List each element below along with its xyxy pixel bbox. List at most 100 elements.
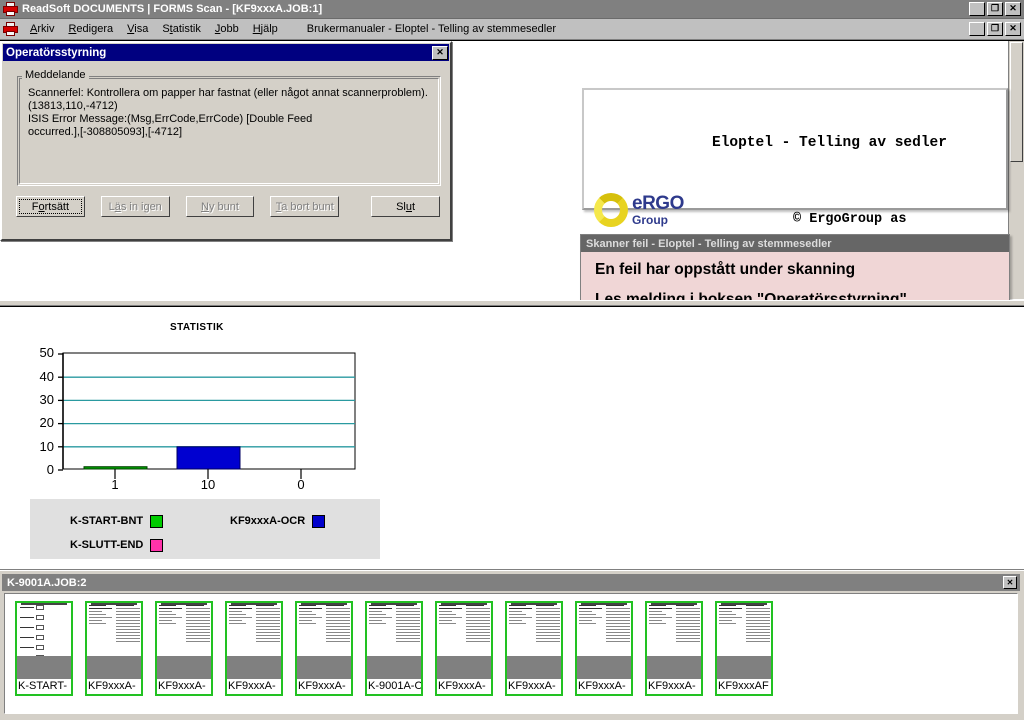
legend-item-2: K-SLUTT-END [70, 538, 230, 552]
scanner-error-title: Skanner feil - Eloptel - Telling av stem… [581, 235, 1009, 252]
mdi-minimize-button[interactable]: _ [969, 22, 985, 36]
mdi-window-controls: _ ❐ ✕ [969, 22, 1021, 36]
thumbnail-caption: KF9xxxA- [507, 679, 561, 694]
dialog-close-button[interactable]: ✕ [432, 45, 448, 60]
minimize-icon: _ [973, 24, 981, 37]
thumbnail-preview [577, 603, 631, 656]
ergo-ring-icon [594, 193, 628, 227]
thumbnail-item[interactable]: KF9xxxAF [715, 601, 773, 696]
thumbnail-item[interactable]: KF9xxxA- [295, 601, 353, 696]
thumbnail-list: K-START- KF9xxxA- KF9xxxA- KF9xxxA- KF9xxxA-… [15, 601, 773, 696]
window-controls: _ ❐ ✕ [969, 2, 1021, 16]
restore-icon: ❐ [990, 2, 1000, 13]
scanner-error-message: Scannerfel: Kontrollera om papper har fa… [28, 87, 428, 138]
legend-label-1: KF9xxxA-OCR [230, 515, 306, 527]
legend-label-2: K-SLUTT-END [70, 539, 144, 551]
ny-bunt-button: Ny bunt [185, 196, 255, 217]
thumbnail-item[interactable]: KF9xxxA- [645, 601, 703, 696]
thumbnail-item[interactable]: K-START- [15, 601, 73, 696]
statistics-pane: STATISTIK 50 40 30 20 10 0 1 10 0 K-STAR… [0, 306, 1024, 570]
legend-swatch-pink [150, 538, 164, 552]
batch-thumbnail-canvas: K-START- KF9xxxA- KF9xxxA- KF9xxxA- KF9xxxA-… [4, 593, 1018, 714]
thumbnail-item[interactable]: KF9xxxA- [155, 601, 213, 696]
svg-text:0: 0 [47, 462, 54, 477]
document-vertical-scrollbar[interactable] [1008, 41, 1024, 299]
message-groupbox-label: Meddelande [22, 69, 89, 81]
menu-jobb[interactable]: Jobb [208, 21, 246, 37]
thumbnail-caption: K-9001A-OCR [367, 679, 421, 694]
menubar-hint: Brukermanualer - Eloptel - Telling av st… [306, 23, 557, 35]
svg-text:40: 40 [40, 369, 54, 384]
ergo-info-panel: eRGO Group Eloptel - Telling av sedler ©… [582, 88, 1008, 366]
statistics-bar-chart: 50 40 30 20 10 0 1 10 0 [40, 345, 356, 492]
thumbnail-preview [437, 603, 491, 656]
svg-text:0: 0 [297, 477, 304, 492]
svg-text:1: 1 [111, 477, 118, 492]
thumbnail-caption: KF9xxxA- [297, 679, 351, 694]
app-title: ReadSoft DOCUMENTS | FORMS Scan - [KF9xx… [22, 3, 323, 15]
restore-icon: ❐ [990, 22, 1000, 33]
dialog-titlebar: Operatörsstyrning ✕ [3, 44, 449, 61]
thumbnail-preview [717, 603, 771, 656]
batch-close-button[interactable]: ✕ [1003, 576, 1017, 589]
fortsatt-button[interactable]: Fortsätt [16, 196, 85, 217]
thumbnail-item[interactable]: K-9001A-OCR [365, 601, 423, 696]
close-button[interactable]: ✕ [1005, 2, 1021, 16]
close-icon: ✕ [1009, 2, 1017, 13]
menu-hjalp[interactable]: Hjälp [246, 21, 285, 37]
thumbnail-caption: KF9xxxA- [157, 679, 211, 694]
thumbnail-caption: KF9xxxA- [87, 679, 141, 694]
mdi-restore-button[interactable]: ❐ [987, 22, 1003, 36]
close-icon: ✕ [436, 47, 444, 57]
menu-arkiv[interactable]: AArkivrkiv [23, 21, 61, 37]
svg-text:10: 10 [40, 439, 54, 454]
svg-text:50: 50 [40, 345, 54, 360]
las-in-igen-button: Läs in igen [100, 196, 170, 217]
minimize-button[interactable]: _ [969, 2, 985, 16]
thumbnail-preview [17, 603, 71, 660]
ergogroup-logo: eRGO Group [594, 193, 712, 227]
thumbnail-preview [227, 603, 281, 656]
batch-panel: K-9001A.JOB:2 ✕ K-START- KF9xxxA- KF9xxxA-… [0, 570, 1024, 720]
thumbnail-preview [367, 603, 421, 656]
ergo-copyright: © ErgoGroup as [793, 212, 907, 227]
ergo-logo-word1: eRGO [632, 193, 684, 214]
legend-item-0: K-START-BNT [70, 514, 230, 528]
thumbnail-preview [157, 603, 211, 656]
mdi-close-button[interactable]: ✕ [1005, 22, 1021, 36]
restore-button[interactable]: ❐ [987, 2, 1003, 16]
menu-statistik[interactable]: Statistik [155, 21, 208, 37]
thumbnail-item[interactable]: KF9xxxA- [225, 601, 283, 696]
slut-button[interactable]: Slut [371, 196, 440, 217]
svg-text:10: 10 [201, 477, 215, 492]
menubar: AArkivrkiv Redigera Visa Statistik Jobb … [0, 19, 1024, 40]
menu-redigera[interactable]: Redigera [61, 21, 120, 37]
app-titlebar: ReadSoft DOCUMENTS | FORMS Scan - [KF9xx… [0, 0, 1024, 19]
document-printer-icon[interactable] [3, 21, 18, 37]
svg-text:20: 20 [40, 415, 54, 430]
chart-legend: K-START-BNT KF9xxxA-OCR K-SLUTT-END [30, 499, 380, 559]
scrollbar-thumb[interactable] [1010, 42, 1023, 162]
ergo-logo-word2: Group [632, 213, 668, 227]
legend-swatch-blue [312, 514, 326, 528]
thumbnail-preview [647, 603, 701, 656]
legend-label-0: K-START-BNT [70, 515, 144, 527]
thumbnail-preview [297, 603, 351, 656]
thumbnail-caption: KF9xxxAF [717, 679, 771, 694]
legend-swatch-green [150, 514, 164, 528]
minimize-icon: _ [973, 4, 981, 17]
printer-icon [3, 1, 18, 17]
menu-visa[interactable]: Visa [120, 21, 155, 37]
thumbnail-caption: KF9xxxA- [577, 679, 631, 694]
legend-item-1: KF9xxxA-OCR [230, 514, 326, 528]
ta-bort-bunt-button: Ta bort bunt [270, 196, 340, 217]
thumbnail-item[interactable]: KF9xxxA- [435, 601, 493, 696]
thumbnail-item[interactable]: KF9xxxA- [505, 601, 563, 696]
thumbnail-item[interactable]: KF9xxxA- [85, 601, 143, 696]
thumbnail-item[interactable]: KF9xxxA- [575, 601, 633, 696]
thumbnail-caption: K-START- [17, 679, 71, 694]
ergo-heading: Eloptel - Telling av sedler [712, 135, 947, 151]
dialog-button-row: Fortsätt Läs in igen Ny bunt Ta bort bun… [16, 196, 440, 217]
error-line-1: En feil har oppstått under skanning [595, 261, 856, 278]
svg-text:30: 30 [40, 392, 54, 407]
